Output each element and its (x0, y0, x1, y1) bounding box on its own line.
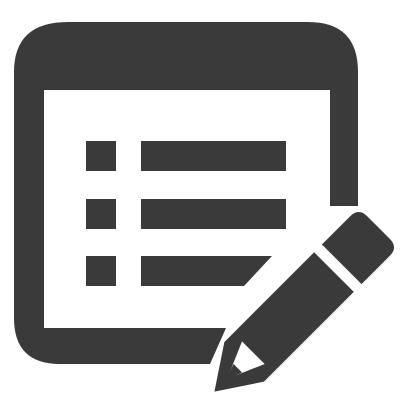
list-line-1 (141, 141, 286, 171)
pencil-body (214, 211, 395, 392)
edit-list-icon-graphic (14, 22, 395, 392)
list-bullet-3 (86, 256, 116, 286)
list-bullet-1 (86, 141, 116, 171)
list-bullet-2 (86, 199, 116, 229)
list-line-3 (141, 256, 272, 286)
list-line-2 (141, 199, 286, 229)
list-rows (86, 141, 286, 286)
edit-list-icon (0, 0, 400, 400)
pencil-icon (214, 211, 395, 392)
